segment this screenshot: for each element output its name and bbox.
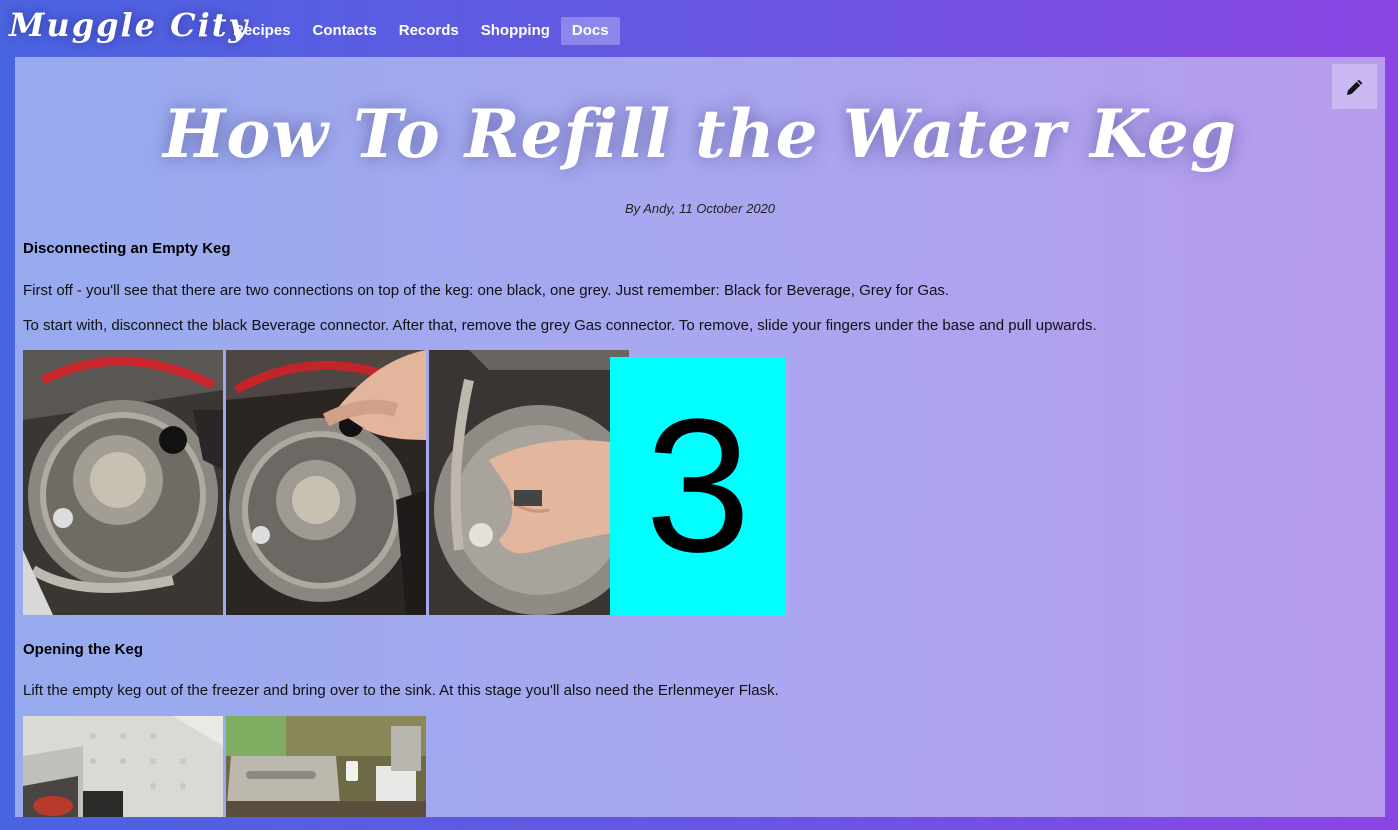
nav-shopping[interactable]: Shopping <box>470 17 561 45</box>
section-heading-opening: Opening the Keg <box>23 641 143 658</box>
brand-logo[interactable]: Muggle City <box>9 6 249 44</box>
nav-records[interactable]: Records <box>388 17 470 45</box>
top-navbar: Muggle City Recipes Contacts Records Sho… <box>0 0 1398 58</box>
article-byline: By Andy, 11 October 2020 <box>624 201 776 216</box>
step-number-overlay: 3 <box>610 357 786 615</box>
section-heading-disconnecting: Disconnecting an Empty Keg <box>23 240 231 257</box>
page-title: How To Refill the Water Keg <box>162 95 1237 173</box>
keg-lift-photo[interactable] <box>429 350 629 615</box>
freezer-photo[interactable] <box>23 716 223 817</box>
paragraph-lift-keg: Lift the empty keg out of the freezer an… <box>23 682 779 699</box>
keg-disconnect-photo[interactable] <box>226 350 426 615</box>
nav-docs[interactable]: Docs <box>560 17 620 45</box>
pencil-icon <box>1346 79 1362 95</box>
nav-contacts[interactable]: Contacts <box>302 17 388 45</box>
sink-keg-photo[interactable] <box>226 716 426 817</box>
main-nav: Recipes Contacts Records Shopping Docs <box>222 17 620 45</box>
paragraph-connections: First off - you'll see that there are tw… <box>23 282 950 299</box>
article-content: How To Refill the Water Keg By Andy, 11 … <box>15 57 1385 817</box>
paragraph-disconnect-steps: To start with, disconnect the black Beve… <box>23 317 1097 334</box>
keg-top-photo[interactable] <box>23 350 223 615</box>
nav-recipes[interactable]: Recipes <box>222 17 302 45</box>
